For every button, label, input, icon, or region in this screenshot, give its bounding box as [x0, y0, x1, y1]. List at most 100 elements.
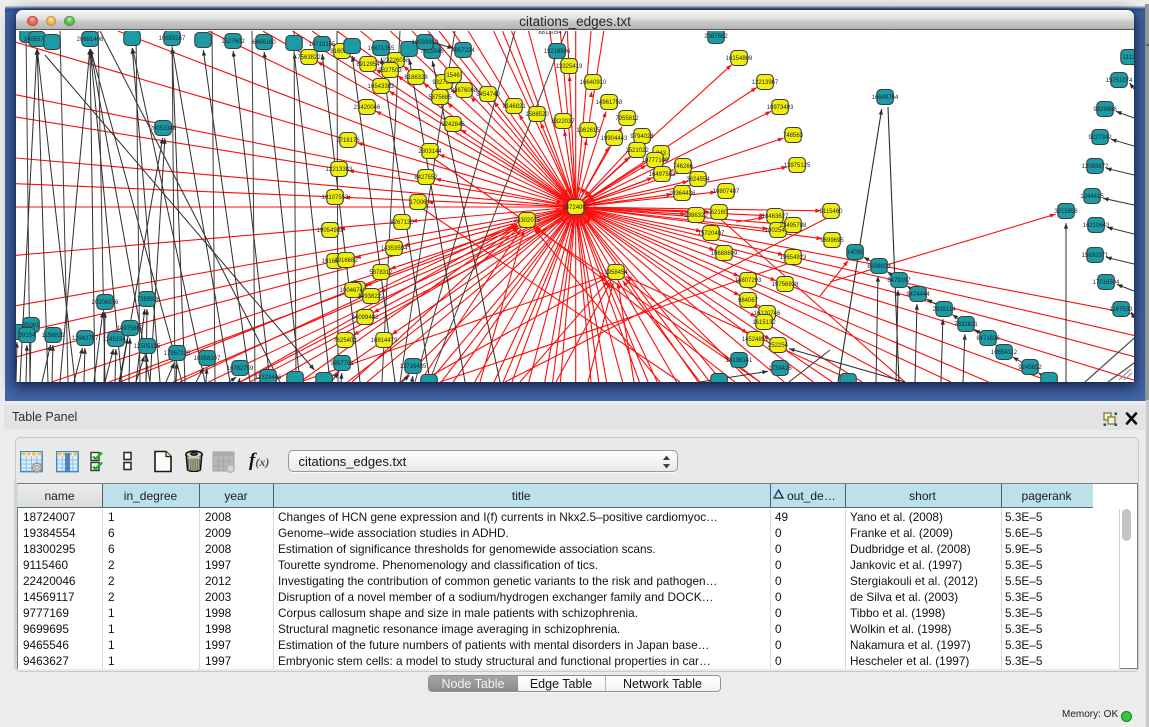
svg-text:20364436: 20364436 [669, 191, 696, 197]
svg-text:8912954: 8912954 [356, 62, 380, 68]
svg-text:10975867: 10975867 [117, 326, 144, 332]
svg-text:12505135: 12505135 [134, 344, 161, 350]
svg-text:18463627: 18463627 [762, 214, 789, 220]
svg-text:15751074: 15751074 [1106, 78, 1133, 84]
svg-text:2718176: 2718176 [336, 138, 360, 144]
svg-text:3624554: 3624554 [686, 177, 710, 183]
svg-text:19054982: 19054982 [317, 228, 344, 234]
svg-text:16497503: 16497503 [649, 172, 676, 178]
svg-text:17006: 17006 [410, 200, 427, 206]
svg-text:7632621: 7632621 [954, 322, 978, 328]
svg-text:2386322: 2386322 [684, 213, 708, 219]
svg-text:10973493: 10973493 [767, 105, 794, 111]
svg-text:7563822: 7563822 [297, 55, 321, 61]
svg-text:8938923: 8938923 [867, 264, 891, 270]
svg-text:1362615: 1362615 [576, 128, 600, 134]
svg-text:16782759: 16782759 [227, 366, 254, 372]
svg-text:748563: 748563 [783, 133, 804, 139]
svg-text:12323446: 12323446 [255, 375, 282, 381]
svg-text:9857791: 9857791 [330, 361, 354, 367]
svg-text:14353594: 14353594 [381, 246, 408, 252]
svg-text:23420046: 23420046 [354, 105, 381, 111]
svg-text:17957225: 17957225 [164, 351, 191, 357]
svg-text:62160: 62160 [711, 210, 728, 216]
svg-text:14099483: 14099483 [352, 315, 379, 321]
svg-text:2935114: 2935114 [933, 307, 957, 313]
svg-text:20053346: 20053346 [150, 126, 177, 132]
svg-text:7857224: 7857224 [451, 48, 475, 54]
svg-text:252254: 252254 [768, 343, 789, 349]
svg-text:1588520: 1588520 [525, 112, 549, 118]
svg-text:7955812: 7955812 [615, 116, 639, 122]
svg-text:8322037: 8322037 [551, 119, 575, 125]
svg-text:19756928: 19756928 [772, 282, 799, 288]
svg-text:14136141: 14136141 [726, 358, 753, 364]
svg-text:1527602: 1527602 [221, 39, 245, 45]
svg-text:12213967: 12213967 [752, 80, 779, 86]
svg-text:16543382: 16543382 [368, 84, 395, 90]
svg-text:1958454: 1958454 [604, 270, 628, 276]
svg-text:2803144: 2803144 [418, 149, 442, 155]
svg-text:1521022: 1521022 [625, 148, 649, 154]
svg-text:18807293: 18807293 [735, 278, 762, 284]
svg-text:9245652: 9245652 [1018, 365, 1042, 371]
svg-text:16033809: 16033809 [412, 40, 439, 46]
svg-text:14524851: 14524851 [742, 337, 769, 343]
svg-text:9146821: 9146821 [502, 104, 526, 110]
svg-text:16154808: 16154808 [726, 56, 753, 62]
svg-text:19654923: 19654923 [780, 255, 807, 261]
svg-text:17359936: 17359936 [134, 297, 161, 303]
svg-text:12942757: 12942757 [72, 336, 99, 342]
svg-text:17016504: 17016504 [1093, 280, 1120, 286]
svg-text:746266: 746266 [673, 164, 694, 170]
svg-text:23302075: 23302075 [514, 218, 541, 224]
svg-text:5878312: 5878312 [369, 270, 393, 276]
svg-text:23676068: 23676068 [451, 88, 478, 94]
svg-text:1733426: 1733426 [768, 366, 792, 372]
svg-text:11451947: 11451947 [103, 337, 130, 343]
svg-text:5875685: 5875685 [428, 95, 452, 101]
svg-text:19218506: 19218506 [544, 49, 571, 55]
svg-text:13716485: 13716485 [400, 364, 427, 370]
svg-text:1244415: 1244415 [1080, 194, 1104, 200]
svg-text:23495788: 23495788 [780, 223, 807, 229]
svg-text:10719155: 10719155 [309, 42, 336, 48]
svg-text:10807487: 10807487 [713, 189, 740, 195]
svg-text:16671355: 16671355 [368, 46, 395, 52]
svg-text:9794028: 9794028 [630, 134, 654, 140]
svg-text:18724007: 18724007 [562, 205, 589, 211]
svg-text:6479197: 6479197 [887, 278, 911, 284]
svg-text:13975125: 13975125 [784, 163, 811, 169]
svg-text:12213383: 12213383 [326, 167, 353, 173]
svg-text:8813054: 8813054 [538, 31, 562, 36]
svg-text:1167533: 1167533 [1110, 307, 1134, 313]
svg-text:1112: 1112 [1123, 55, 1134, 61]
svg-text:15692971: 15692971 [1082, 253, 1109, 259]
svg-text:8186328: 8186328 [404, 75, 428, 81]
svg-text:8471636: 8471636 [976, 336, 1000, 342]
svg-text:9474444: 9474444 [906, 292, 930, 298]
svg-text:14961758: 14961758 [596, 100, 623, 106]
svg-text:16914479: 16914479 [371, 338, 398, 344]
svg-text:8427552: 8427552 [414, 175, 438, 181]
svg-text:10654112: 10654112 [991, 350, 1018, 356]
svg-text:10688609: 10688609 [711, 251, 738, 257]
svg-text:7625402: 7625402 [333, 338, 357, 344]
svg-text:10107553: 10107553 [322, 195, 349, 201]
svg-text:10958107: 10958107 [194, 356, 221, 362]
svg-text:8454749: 8454749 [476, 92, 500, 98]
svg-text:16640910: 16640910 [580, 80, 607, 86]
svg-text:1156829: 1156829 [42, 333, 66, 339]
svg-text:1916682: 1916682 [334, 258, 358, 264]
svg-text:9327503: 9327503 [378, 68, 402, 74]
svg-text:19904443: 19904443 [601, 136, 628, 142]
svg-text:16648764: 16648764 [872, 95, 899, 101]
svg-text:9242845: 9242845 [441, 122, 465, 128]
svg-text:1615132: 1615132 [752, 320, 776, 326]
svg-text:9699695: 9699695 [820, 238, 844, 244]
svg-text:12093872: 12093872 [1082, 164, 1109, 170]
svg-text:39154: 39154 [19, 333, 36, 339]
svg-text:10653267: 10653267 [159, 36, 186, 42]
svg-text:20206576: 20206576 [92, 300, 119, 306]
svg-text:14938222: 14938222 [358, 294, 385, 300]
